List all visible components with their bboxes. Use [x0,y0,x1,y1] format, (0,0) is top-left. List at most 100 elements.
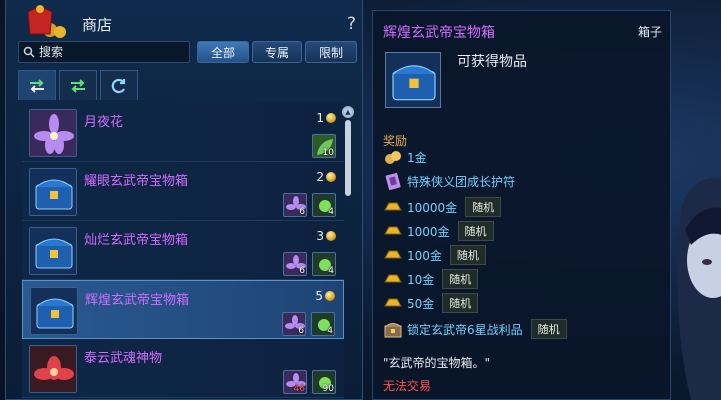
detail-type: 箱子 [637,25,662,39]
reward-row: 1000金 随机 [383,221,494,241]
scrollbar-thumb[interactable] [345,120,351,196]
list-item-selected[interactable]: 辉煌玄武帝宝物箱 5 6 4 [22,280,344,339]
tab-exchange[interactable] [18,70,56,100]
random-tag: 随机 [457,221,494,241]
item-materials: 10 [312,134,336,158]
item-materials: 6 4 [283,252,336,276]
item-name: 辉煌玄武帝宝物箱 [85,293,190,308]
material-qty: 90 [322,384,334,394]
material-slot[interactable]: 10 [312,134,336,158]
material-slot[interactable]: 4 [312,252,336,276]
item-materials: 6 4 [282,312,335,336]
price-value: 2 [316,170,324,184]
item-name: 灿烂玄武帝宝物箱 [84,233,189,248]
reward-row: 50金 随机 [383,293,479,313]
gold-ingot-icon [384,226,402,235]
treasure-chest-icon [392,65,436,101]
random-tag: 随机 [465,197,502,217]
item-thumbnail [29,227,77,275]
reward-text: 100金 [407,248,442,263]
swap-arrows-green-icon [71,78,85,93]
material-slot[interactable]: 6 [283,252,307,276]
game-character-portrait [677,178,721,400]
material-slot[interactable]: 4 [311,312,335,336]
shop-title: 商店 [82,16,113,34]
item-name: 月夜花 [84,115,124,130]
shop-item-list: 月夜花 1 10 耀眼玄武帝宝物箱 2 6 4 灿烂玄武帝宝物箱 3 6 4 辉… [22,103,344,400]
coin-icon [326,231,336,241]
random-tag: 随机 [530,319,567,339]
item-thumbnail [29,345,77,393]
random-tag: 随机 [449,245,486,265]
material-qty: 10 [322,148,334,158]
tab-refresh[interactable] [100,70,138,100]
item-price: 3 [316,229,336,243]
item-thumbnail [29,109,77,157]
refresh-icon [111,78,126,93]
shop-tabs [18,70,138,100]
reward-row: 10000金 随机 [383,197,502,217]
treasure-chest-icon [35,179,73,210]
reward-text: 50金 [407,296,435,311]
gold-ingot-icon [384,274,402,283]
list-item[interactable]: 月夜花 1 10 [22,103,344,162]
reward-text: 1金 [407,150,427,165]
price-value: 5 [315,289,323,303]
detail-item-icon [385,52,441,108]
material-qty: 4 [328,207,334,217]
filter-all-button[interactable]: 全部 [197,41,249,63]
reward-text: 1000金 [407,224,450,239]
treasure-chest-icon [36,298,74,329]
gold-pile-icon [385,151,401,164]
coin-icon [326,172,336,182]
item-name: 泰云武魂神物 [84,351,163,366]
material-slot[interactable]: 6 [283,193,307,217]
material-slot[interactable]: 6 [282,312,306,336]
list-item[interactable]: 耀眼玄武帝宝物箱 2 6 4 [22,162,344,221]
red-lotus-icon [34,356,74,380]
material-slot[interactable]: 4 [312,193,336,217]
detail-title: 辉煌玄武帝宝物箱 [383,25,495,41]
reward-row: 锁定玄武帝6星战利品 随机 [383,319,567,339]
reward-text: 锁定玄武帝6星战利品 [407,322,523,337]
random-tag: 随机 [442,293,479,313]
gold-ingot-icon [384,202,402,211]
gold-ingot-icon [384,298,402,307]
scroll-up-icon[interactable]: ▲ [342,106,354,118]
reward-row: 100金 随机 [383,245,486,265]
search-input[interactable] [39,45,179,59]
list-item[interactable]: 泰云武魂神物 46 90 [22,339,344,398]
tab-trade[interactable] [59,70,97,100]
gold-ingot-icon [384,250,402,259]
item-price: 5 [315,289,335,303]
material-qty: 6 [299,207,305,217]
swap-arrows-icon [30,78,44,93]
item-materials: 6 4 [283,193,336,217]
item-price: 1 [316,111,336,125]
reward-text: 特殊侠义团成长护符 [407,174,516,189]
coin-icon [325,291,335,301]
item-description: "玄武帝的宝物箱。" [383,356,491,370]
price-value: 1 [316,111,324,125]
shop-header: 商店 ? [6,0,362,40]
material-slot[interactable]: 90 [312,370,336,394]
item-name: 耀眼玄武帝宝物箱 [84,174,189,189]
filter-restricted-button[interactable]: 限制 [305,41,357,63]
search-box[interactable] [18,41,190,63]
shop-panel: 商店 ? 全部 专属 限制 月夜花 1 10 [5,0,363,400]
item-detail-panel: 辉煌玄武帝宝物箱 箱子 可获得物品 奖励 1金 特殊侠义团成长护符 10000金… [372,10,671,400]
material-qty: 4 [327,326,333,336]
coin-icon [326,113,336,123]
item-price: 2 [316,170,336,184]
material-slot[interactable]: 46 [283,370,307,394]
search-icon [23,46,35,58]
reward-text: 10000金 [407,200,458,215]
locked-chest-icon [384,323,402,338]
treasure-chest-icon [35,238,73,269]
reward-row: 1金 [383,147,427,167]
item-materials: 46 90 [283,370,336,394]
list-item[interactable]: 灿烂玄武帝宝物箱 3 6 4 [22,221,344,280]
list-scrollbar[interactable]: ▲ [342,106,354,396]
help-icon[interactable]: ? [347,14,356,34]
filter-exclusive-button[interactable]: 专属 [252,41,302,63]
